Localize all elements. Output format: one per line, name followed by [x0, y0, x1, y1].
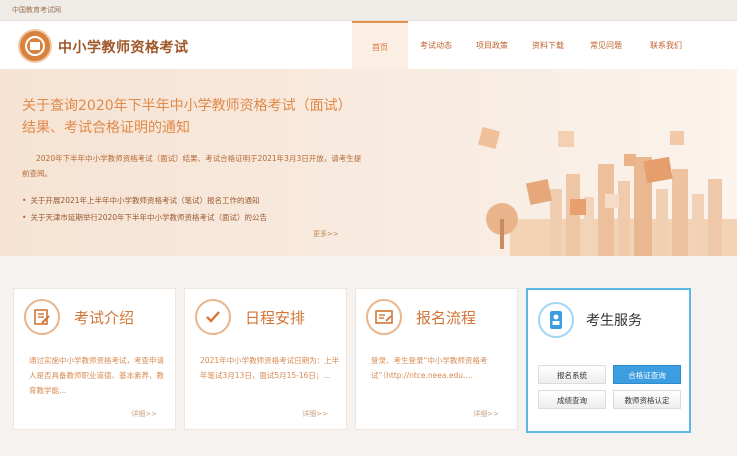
card-schedule[interactable]: 日程安排 2021年中小学教师资格考试日期为：上半年笔试3月13日，面试5月15… — [184, 288, 347, 430]
card-more-link[interactable]: 详细>> — [131, 409, 157, 419]
registration-system-button[interactable]: 报名系统 — [538, 365, 606, 384]
site-title[interactable]: 中小学教师资格考试 — [58, 37, 189, 57]
nav-exam-news[interactable]: 考试动态 — [408, 21, 464, 69]
nav-policy[interactable]: 项目政策 — [464, 21, 520, 69]
top-bar-text: 中国教育考试网 — [12, 6, 61, 14]
news-banner: 关于查询2020年下半年中小学教师资格考试（面试）结果、考试合格证明的通知 20… — [0, 69, 737, 256]
score-query-button[interactable]: 成绩查询 — [538, 390, 606, 409]
checkmark-icon — [195, 299, 231, 335]
card-desc: 2021年中小学教师资格考试日期为：上半年笔试3月13日，面试5月15-16日；… — [200, 356, 340, 380]
top-bar: 中国教育考试网 — [0, 0, 737, 21]
card-desc: 通过实施中小学教师资格考试，考查申请人是否具备教师职业道德、基本素养、教育教学能… — [29, 356, 164, 395]
banner-more-link[interactable]: 更多>> — [313, 229, 339, 239]
card-title: 报名流程 — [416, 309, 477, 327]
bullet-icon: • — [22, 196, 27, 205]
banner-link-1[interactable]: • 关于开展2021年上半年中小学教师资格考试（笔试）报名工作的通知 — [22, 195, 260, 206]
banner-text: 2020年下半年中小学教师资格考试（面试）结果、考试合格证明于2021年3月3日… — [22, 154, 362, 178]
certificate-query-button[interactable]: 合格证查询 — [613, 365, 681, 384]
card-more-link[interactable]: 详细>> — [473, 409, 499, 419]
card-exam-intro[interactable]: 考试介绍 通过实施中小学教师资格考试，考查申请人是否具备教师职业道德、基本素养、… — [13, 288, 176, 430]
registration-icon — [366, 299, 402, 335]
banner-link-2[interactable]: • 关于天津市延期举行2020年下半年中小学教师资格考试（面试）的公告 — [22, 212, 267, 223]
card-desc: 登录、考生登录“中小学教师资格考试”（http://ntce.neea.edu.… — [371, 356, 488, 380]
nav-contact[interactable]: 联系我们 — [636, 21, 696, 69]
nav-home[interactable]: 首页 — [352, 21, 408, 69]
banner-title[interactable]: 关于查询2020年下半年中小学教师资格考试（面试）结果、考试合格证明的通知 — [22, 95, 352, 139]
bullet-icon: • — [22, 213, 27, 222]
card-title: 日程安排 — [245, 309, 306, 327]
site-logo-icon[interactable] — [18, 29, 52, 63]
exam-intro-icon — [24, 299, 60, 335]
city-illustration-icon — [477, 126, 737, 256]
nav-downloads[interactable]: 资料下载 — [520, 21, 576, 69]
service-title: 考生服务 — [586, 313, 642, 329]
feature-section: 考试介绍 通过实施中小学教师资格考试，考查申请人是否具备教师职业道德、基本素养、… — [0, 256, 737, 456]
card-registration[interactable]: 报名流程 登录、考生登录“中小学教师资格考试”（http://ntce.neea… — [355, 288, 518, 430]
id-card-icon — [538, 302, 574, 338]
site-header: 中小学教师资格考试 首页 考试动态 项目政策 资料下载 常见问题 联系我们 — [0, 21, 737, 69]
candidate-service-panel: 考生服务 报名系统 合格证查询 成绩查询 教师资格认定 — [526, 288, 691, 433]
nav-faq[interactable]: 常见问题 — [576, 21, 636, 69]
teacher-certification-button[interactable]: 教师资格认定 — [613, 390, 681, 409]
card-more-link[interactable]: 详细>> — [302, 409, 328, 419]
card-title: 考试介绍 — [74, 309, 135, 327]
